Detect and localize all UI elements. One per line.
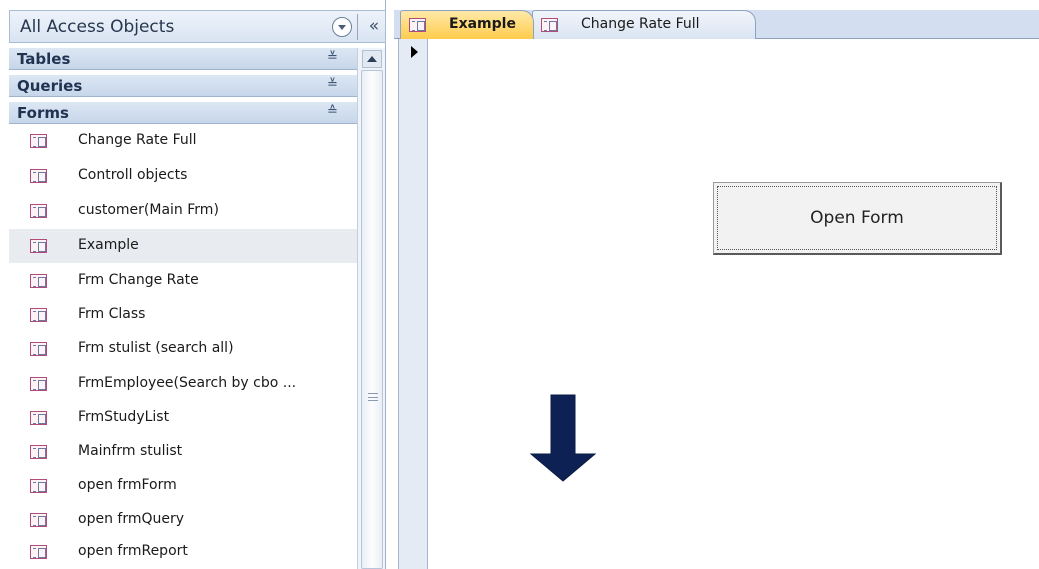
item-label: open frmReport (78, 543, 188, 559)
form-icon (30, 274, 47, 288)
document-tab-strip: Change Rate Full Example (394, 10, 1039, 39)
item-label: FrmEmployee(Search by cbo ... (78, 375, 297, 391)
item-label: open frmForm (78, 477, 177, 493)
form-icon (30, 479, 47, 493)
header-divider (357, 14, 358, 40)
group-label: Forms (17, 104, 69, 122)
nav-pane-header[interactable]: All Access Objects « (9, 10, 386, 43)
navigation-pane: All Access Objects « Tables ≚ Queries ≚ … (0, 0, 386, 569)
list-item[interactable]: Change Rate Full (9, 124, 357, 158)
scroll-grip-icon (368, 393, 378, 401)
form-icon (30, 411, 47, 425)
list-item[interactable]: open frmForm (9, 469, 357, 503)
triangle-right-icon (411, 46, 418, 58)
tab-label: Change Rate Full (581, 16, 700, 32)
scroll-up-arrow-icon[interactable] (362, 50, 382, 68)
down-arrow-shape (529, 394, 597, 482)
down-arrow-icon (529, 394, 597, 482)
vertical-scrollbar[interactable] (357, 48, 385, 569)
group-header-queries[interactable]: Queries ≚ (9, 75, 357, 97)
form-canvas (428, 39, 1039, 569)
item-label: Change Rate Full (78, 132, 197, 148)
scrollbar-thumb[interactable] (361, 70, 383, 569)
open-form-button[interactable]: Open Form (713, 182, 1002, 255)
group-header-forms[interactable]: Forms ≙ (9, 102, 357, 124)
form-icon (30, 445, 47, 459)
tab-label: Example (449, 16, 516, 32)
list-item[interactable]: Frm stulist (search all) (9, 332, 357, 366)
tab-change-rate-full[interactable]: Change Rate Full (532, 10, 756, 39)
expand-chevron-icon[interactable]: ≚ (327, 77, 338, 92)
list-item[interactable]: open frmReport (9, 535, 357, 569)
form-icon (30, 377, 47, 391)
list-item[interactable]: customer(Main Frm) (9, 194, 357, 228)
form-icon (30, 204, 47, 218)
form-icon (30, 169, 47, 183)
form-icon (30, 308, 47, 322)
tab-example[interactable]: Example (400, 10, 534, 39)
item-label: customer(Main Frm) (78, 202, 219, 218)
list-item[interactable]: open frmQuery (9, 503, 357, 537)
item-label: Mainfrm stulist (78, 443, 183, 459)
item-label: Controll objects (78, 167, 188, 183)
form-icon (30, 134, 47, 148)
item-label: Example (78, 237, 139, 253)
item-label: open frmQuery (78, 511, 185, 527)
form-icon (409, 18, 426, 32)
list-item[interactable]: FrmEmployee(Search by cbo ... (9, 367, 357, 401)
item-label: Frm stulist (search all) (78, 340, 234, 356)
group-header-tables[interactable]: Tables ≚ (9, 48, 357, 70)
form-icon (30, 239, 47, 253)
collapse-chevron-icon[interactable]: ≙ (327, 104, 338, 119)
item-label: Frm Class (78, 306, 146, 322)
double-chevron-left-icon[interactable]: « (365, 14, 383, 38)
list-item-selected[interactable]: Example (9, 229, 357, 263)
group-label: Queries (17, 77, 83, 95)
chevron-down-circle-icon[interactable] (332, 17, 352, 37)
expand-chevron-icon[interactable]: ≚ (327, 50, 338, 65)
form-icon (541, 18, 558, 32)
record-selector[interactable] (398, 39, 428, 569)
nav-pane-title[interactable]: All Access Objects (20, 17, 174, 37)
list-item[interactable]: Frm Change Rate (9, 264, 357, 298)
list-item[interactable]: Controll objects (9, 159, 357, 193)
form-icon (30, 545, 47, 559)
item-label: FrmStudyList (78, 409, 170, 425)
list-item[interactable]: FrmStudyList (9, 401, 357, 435)
item-label: Frm Change Rate (78, 272, 199, 288)
list-item[interactable]: Frm Class (9, 298, 357, 332)
form-icon (30, 513, 47, 527)
form-icon (30, 342, 47, 356)
group-label: Tables (17, 50, 71, 68)
list-item[interactable]: Mainfrm stulist (9, 435, 357, 469)
